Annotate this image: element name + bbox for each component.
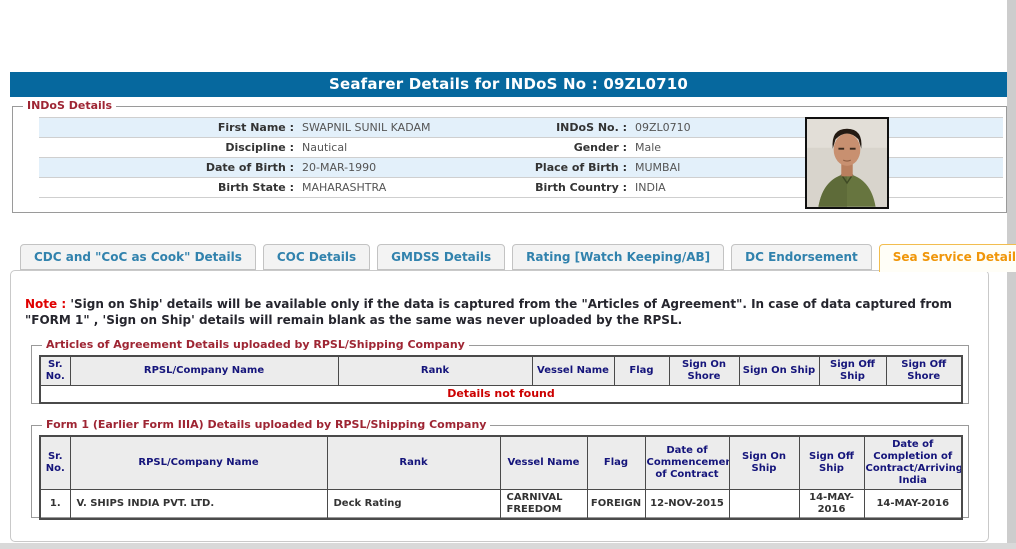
column-header: Date of Completion of Contract/Arriving … xyxy=(863,435,963,490)
field-label: Birth State : xyxy=(217,181,294,194)
form1-section: Form 1 (Earlier Form IIIA) Details uploa… xyxy=(31,418,969,520)
sign-on-ship-note: Note : 'Sign on Ship' details will be av… xyxy=(25,296,977,328)
field-label: Date of Birth : xyxy=(205,161,294,174)
form1-table: Sr. No. RPSL/Company Name Rank Vessel Name F… xyxy=(39,435,963,520)
empty-message: Details not found xyxy=(39,385,963,404)
header-row: Sr. No. RPSL/Company Name Rank Vessel Name F… xyxy=(39,435,963,490)
column-header: Sign On Ship xyxy=(728,435,800,490)
tab-cdc-and-coc-as-cook-details[interactable]: CDC and "CoC as Cook" Details xyxy=(20,244,256,270)
header-row: Sr. No. RPSL/Company Name Rank Vessel Name F… xyxy=(39,355,963,386)
field-label: Discipline : xyxy=(225,141,294,154)
field-value: MAHARASHTRA xyxy=(302,181,387,194)
cell xyxy=(728,489,800,520)
field-label: Place of Birth : xyxy=(534,161,627,174)
articles-of-agreement-section: Articles of Agreement Details uploaded b… xyxy=(31,338,969,404)
detail-tabs: CDC and "CoC as Cook" Details COC Details… xyxy=(20,244,1016,272)
articles-table: Sr. No. RPSL/Company Name Rank Vessel Name F… xyxy=(39,355,963,404)
column-header: Flag xyxy=(613,355,670,386)
field-value: SWAPNIL SUNIL KADAM xyxy=(302,121,431,134)
indos-details-legend: INDoS Details xyxy=(23,99,117,113)
portrait-illustration xyxy=(807,119,887,207)
cell: Deck Rating xyxy=(326,489,501,520)
column-header: Sr. No. xyxy=(39,355,71,386)
column-header: RPSL/Company Name xyxy=(69,355,339,386)
articles-legend: Articles of Agreement Details uploaded b… xyxy=(42,338,469,352)
column-header: Sign Off Shore xyxy=(885,355,963,386)
horizontal-scrollbar[interactable] xyxy=(0,543,1016,549)
cell: 1. xyxy=(39,489,71,520)
field-value: Nautical xyxy=(302,141,348,154)
tab-gmdss-details[interactable]: GMDSS Details xyxy=(377,244,506,270)
column-header: Date of Commencement of Contract xyxy=(644,435,730,490)
column-header: Rank xyxy=(337,355,533,386)
column-header: Sign Off Ship xyxy=(798,435,865,490)
cell: 14-MAY-2016 xyxy=(863,489,963,520)
column-header: Vessel Name xyxy=(499,435,588,490)
cell: 14-MAY-2016 xyxy=(798,489,865,520)
column-header: RPSL/Company Name xyxy=(69,435,328,490)
tab-dc-endorsement[interactable]: DC Endorsement xyxy=(731,244,872,270)
tab-rating-watch-keeping-ab[interactable]: Rating [Watch Keeping/AB] xyxy=(512,244,725,270)
cell: CARNIVAL FREEDOM xyxy=(499,489,588,520)
field-label: INDoS No. : xyxy=(556,121,627,134)
field-label: Gender : xyxy=(573,141,627,154)
tab-sea-service-details[interactable]: Sea Service Details xyxy=(878,244,1016,272)
tab-coc-details[interactable]: COC Details xyxy=(262,244,371,270)
column-header: Sign Off Ship xyxy=(818,355,887,386)
vertical-scrollbar[interactable] xyxy=(1007,0,1016,549)
column-header: Sr. No. xyxy=(39,435,71,490)
column-header: Rank xyxy=(326,435,501,490)
cell: 12-NOV-2015 xyxy=(644,489,730,520)
cell: V. SHIPS INDIA PVT. LTD. xyxy=(69,489,328,520)
field-value: 20-MAR-1990 xyxy=(302,161,377,174)
table-row: 1. V. SHIPS INDIA PVT. LTD. Deck Rating CAR… xyxy=(39,489,963,520)
page-title: Seafarer Details for INDoS No : 09ZL0710 xyxy=(10,72,1007,97)
indos-details-section: INDoS Details First Name : SWAPNIL SUNIL … xyxy=(12,99,1007,213)
note-label: Note : xyxy=(25,297,67,311)
note-text: 'Sign on Ship' details will be available… xyxy=(25,297,953,327)
column-header: Flag xyxy=(586,435,646,490)
form1-legend: Form 1 (Earlier Form IIIA) Details uploa… xyxy=(42,418,491,432)
seafarer-photo xyxy=(805,117,889,209)
sea-service-panel: Note : 'Sign on Ship' details will be av… xyxy=(10,270,989,542)
column-header: Sign On Ship xyxy=(738,355,820,386)
empty-row: Details not found xyxy=(39,385,963,404)
column-header: Vessel Name xyxy=(531,355,615,386)
field-label: First Name : xyxy=(217,121,294,134)
cell: FOREIGN xyxy=(586,489,646,520)
column-header: Sign On Shore xyxy=(668,355,740,386)
field-label: Birth Country : xyxy=(535,181,627,194)
